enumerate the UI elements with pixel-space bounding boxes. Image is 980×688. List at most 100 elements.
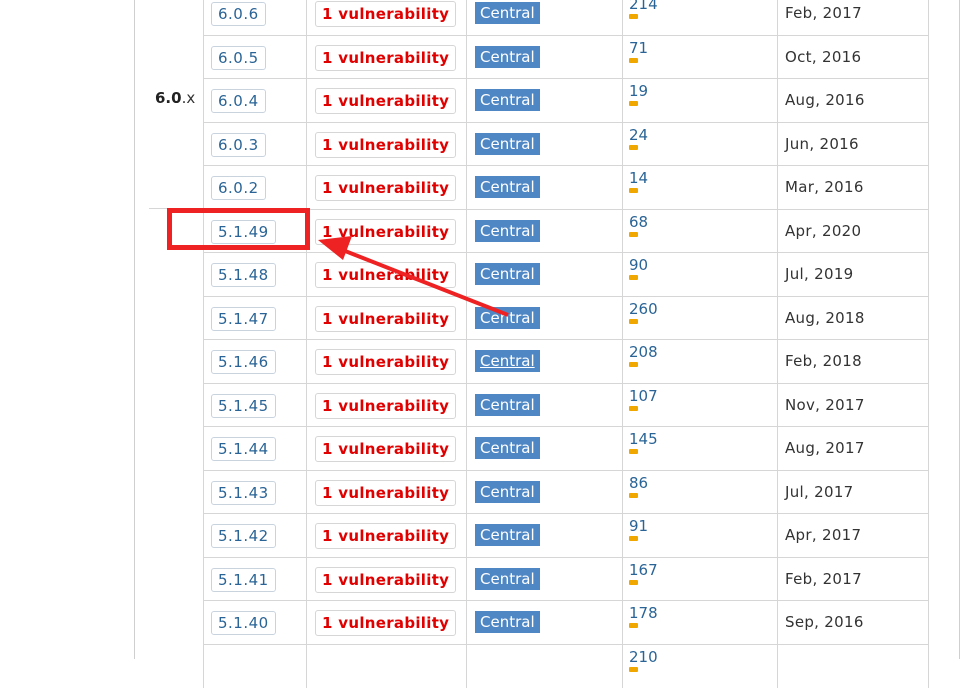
version-link[interactable]: 5.1.43 (211, 480, 276, 505)
usages-link[interactable]: 214 (629, 0, 658, 13)
version-link[interactable]: 6.0.6 (211, 2, 266, 26)
repository-badge[interactable]: Central (475, 567, 540, 590)
usages-link[interactable]: 86 (629, 474, 648, 492)
usages-link[interactable]: 260 (629, 300, 658, 318)
repository-badge[interactable]: Central (475, 480, 540, 503)
usages-link[interactable]: 14 (629, 169, 648, 187)
vulnerability-link[interactable]: 1 vulnerability (315, 523, 457, 549)
usages-link[interactable]: 68 (629, 213, 648, 231)
date-cell: Apr, 2020 (777, 209, 929, 253)
release-date: Nov, 2017 (785, 395, 865, 414)
vulnerability-cell: 1 vulnerability (306, 122, 466, 166)
repository-badge[interactable]: Central (475, 611, 540, 633)
version-cell: 5.1.46 (203, 340, 306, 383)
version-link[interactable]: 5.1.47 (211, 306, 276, 331)
vulnerability-cell: 1 vulnerability (306, 340, 466, 383)
repository-cell: Central (466, 79, 622, 122)
date-cell: Aug, 2018 (777, 296, 929, 340)
table-row: 5.1.44 1 vulnerability Central 145 Aug, 2017 (203, 426, 929, 470)
repository-cell: Central (466, 253, 622, 296)
vulnerability-link[interactable]: 1 vulnerability (315, 349, 457, 375)
vulnerability-link[interactable]: 1 vulnerability (315, 1, 457, 27)
version-cell: 6.0.4 (203, 79, 306, 122)
usages-link[interactable]: 208 (629, 343, 658, 361)
version-link[interactable]: 5.1.45 (211, 393, 276, 418)
repository-badge[interactable]: Central (475, 176, 540, 198)
repository-badge[interactable]: Central (475, 437, 540, 459)
version-link[interactable]: 5.1.44 (211, 437, 276, 461)
vulnerability-cell: 1 vulnerability (306, 514, 466, 557)
version-link[interactable]: 6.0.3 (211, 132, 266, 157)
vulnerability-link[interactable]: 1 vulnerability (315, 436, 457, 462)
vulnerability-link[interactable]: 1 vulnerability (315, 610, 457, 636)
table-row: 5.1.43 1 vulnerability Central 86 Jul, 2017 (203, 469, 929, 514)
vulnerability-link[interactable]: 1 vulnerability (315, 262, 457, 288)
version-link[interactable]: 6.0.4 (211, 89, 266, 113)
repository-badge[interactable]: Central (475, 263, 540, 285)
release-date: Aug, 2018 (785, 308, 865, 327)
usages-cell: 260 (622, 296, 777, 340)
usages-link[interactable]: 91 (629, 517, 648, 535)
usages-link[interactable]: 210 (629, 648, 658, 666)
version-link[interactable]: 6.0.5 (211, 45, 266, 70)
date-cell (777, 644, 929, 688)
repository-badge[interactable]: Central (475, 350, 540, 372)
usage-bar (629, 579, 638, 585)
date-cell: Sep, 2016 (777, 601, 929, 644)
usage-bar (629, 144, 638, 150)
vulnerability-link[interactable]: 1 vulnerability (315, 566, 457, 593)
table-row: 5.1.49 1 vulnerability Central 68 Apr, 2020 (203, 208, 929, 253)
version-link[interactable]: 6.0.2 (211, 176, 266, 200)
usages-link[interactable]: 107 (629, 387, 658, 405)
repository-badge[interactable]: Central (475, 2, 540, 24)
usages-cell: 145 (622, 427, 777, 470)
repository-badge[interactable]: Central (475, 393, 540, 416)
vulnerability-cell: 1 vulnerability (306, 601, 466, 644)
usages-link[interactable]: 71 (629, 39, 648, 57)
version-link[interactable]: 5.1.40 (211, 611, 276, 635)
date-cell: Aug, 2016 (777, 79, 929, 122)
usages-cell: 167 (622, 557, 777, 601)
usages-link[interactable]: 19 (629, 82, 648, 100)
release-date: Apr, 2017 (785, 526, 862, 544)
version-cell: 5.1.45 (203, 383, 306, 427)
table-row: 210 (203, 643, 929, 688)
vulnerability-link[interactable]: 1 vulnerability (315, 44, 457, 71)
usages-link[interactable]: 145 (629, 430, 658, 448)
repository-badge[interactable]: Central (475, 132, 540, 155)
repository-badge[interactable]: Central (475, 306, 540, 329)
vulnerability-link[interactable]: 1 vulnerability (315, 131, 457, 158)
repository-badge[interactable]: Central (475, 219, 540, 242)
date-cell: Nov, 2017 (777, 383, 929, 427)
repository-badge[interactable]: Central (475, 89, 540, 111)
version-link[interactable]: 5.1.41 (211, 567, 276, 592)
vulnerability-link[interactable]: 1 vulnerability (315, 392, 457, 419)
usages-link[interactable]: 167 (629, 561, 658, 579)
version-link[interactable]: 5.1.48 (211, 263, 276, 287)
vulnerability-link[interactable]: 1 vulnerability (315, 305, 457, 332)
version-cell: 5.1.42 (203, 514, 306, 557)
version-link[interactable]: 5.1.42 (211, 524, 276, 548)
vulnerability-link[interactable]: 1 vulnerability (315, 218, 457, 245)
vulnerability-link[interactable]: 1 vulnerability (315, 175, 457, 201)
vulnerability-cell: 1 vulnerability (306, 296, 466, 340)
vulnerability-link[interactable]: 1 vulnerability (315, 88, 457, 114)
usages-link[interactable]: 24 (629, 126, 648, 144)
usage-bar (629, 405, 638, 411)
version-cell: 5.1.41 (203, 557, 306, 601)
usage-bar (629, 536, 638, 541)
usage-bar (629, 362, 638, 367)
version-link[interactable]: 5.1.46 (211, 350, 276, 374)
vulnerability-cell: 1 vulnerability (306, 253, 466, 296)
table-row: 5.1.41 1 vulnerability Central 167 Feb, 2017 (203, 556, 929, 601)
vulnerability-link[interactable]: 1 vulnerability (315, 479, 457, 506)
usages-link[interactable]: 178 (629, 604, 658, 622)
date-cell: Feb, 2018 (777, 340, 929, 383)
version-group-suffix: .x (181, 89, 196, 107)
usages-link[interactable]: 90 (629, 256, 648, 274)
usages-cell: 91 (622, 514, 777, 557)
usages-cell: 208 (622, 340, 777, 383)
repository-badge[interactable]: Central (475, 524, 540, 546)
repository-badge[interactable]: Central (475, 45, 540, 68)
release-date: Jul, 2017 (785, 482, 854, 501)
